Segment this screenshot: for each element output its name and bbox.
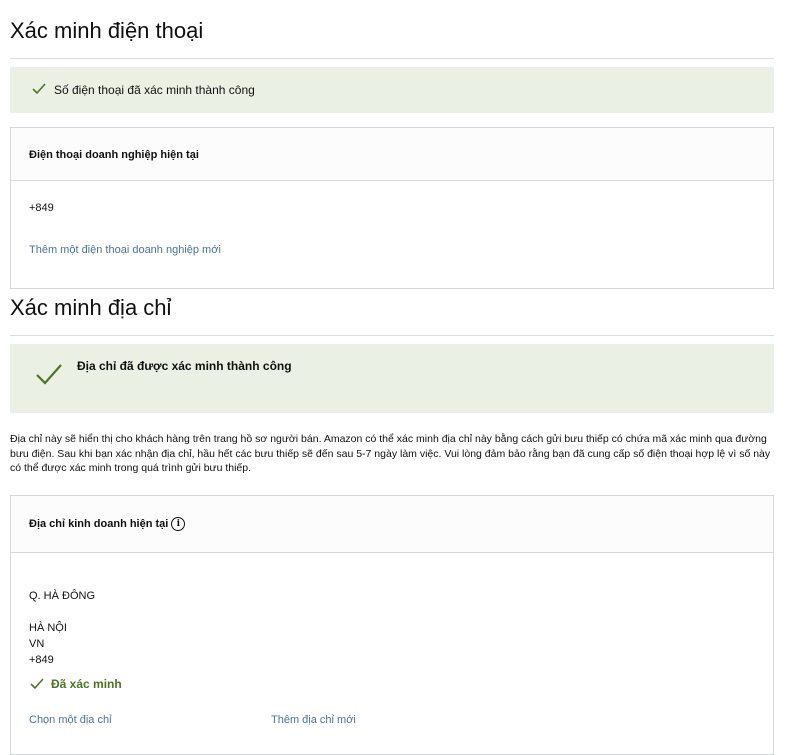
address-section-title: Xác minh địa chỉ [10,295,172,320]
current-address-card: Địa chỉ kinh doanh hiện tại i Q. HÀ ĐÔNG … [10,495,774,755]
current-address-label-text: Địa chỉ kinh doanh hiện tại [29,517,169,530]
phone-number: +849 [29,202,54,214]
info-icon[interactable]: i [171,517,186,531]
address-success-text: Địa chỉ đã được xác minh thành công [77,359,292,373]
address-country: VN [29,638,45,650]
verified-label: Đã xác minh [51,677,122,691]
current-address-header: Địa chỉ kinh doanh hiện tại i [11,496,773,553]
verified-status: Đã xác minh [30,677,122,691]
phone-success-alert: Số điện thoại đã xác minh thành công [10,67,774,113]
phone-success-text: Số điện thoại đã xác minh thành công [54,83,255,97]
check-icon [32,83,46,95]
address-district: Q. HÀ ĐÔNG [29,590,96,602]
current-phone-label: Điện thoại doanh nghiệp hiện tại [29,149,199,161]
check-icon [30,678,44,690]
address-city: HÀ NỘI [29,622,67,634]
address-description: Địa chỉ này sẽ hiển thị cho khách hàng t… [10,433,771,474]
choose-address-link[interactable]: Chọn một địa chỉ [29,714,112,726]
phone-section-title: Xác minh điện thoại [10,18,204,43]
add-address-link[interactable]: Thêm địa chỉ mới [271,714,356,726]
address-success-alert: Địa chỉ đã được xác minh thành công [10,344,774,413]
current-address-label: Địa chỉ kinh doanh hiện tại i [29,517,186,531]
address-phone: +849 [29,654,54,666]
divider [10,58,774,59]
check-icon [36,364,62,385]
current-phone-card: Điện thoại doanh nghiệp hiện tại +849 Th… [10,127,774,289]
current-phone-header: Điện thoại doanh nghiệp hiện tại [11,128,773,181]
add-business-phone-link[interactable]: Thêm một điện thoại doanh nghiệp mới [29,244,221,256]
divider [10,335,774,336]
